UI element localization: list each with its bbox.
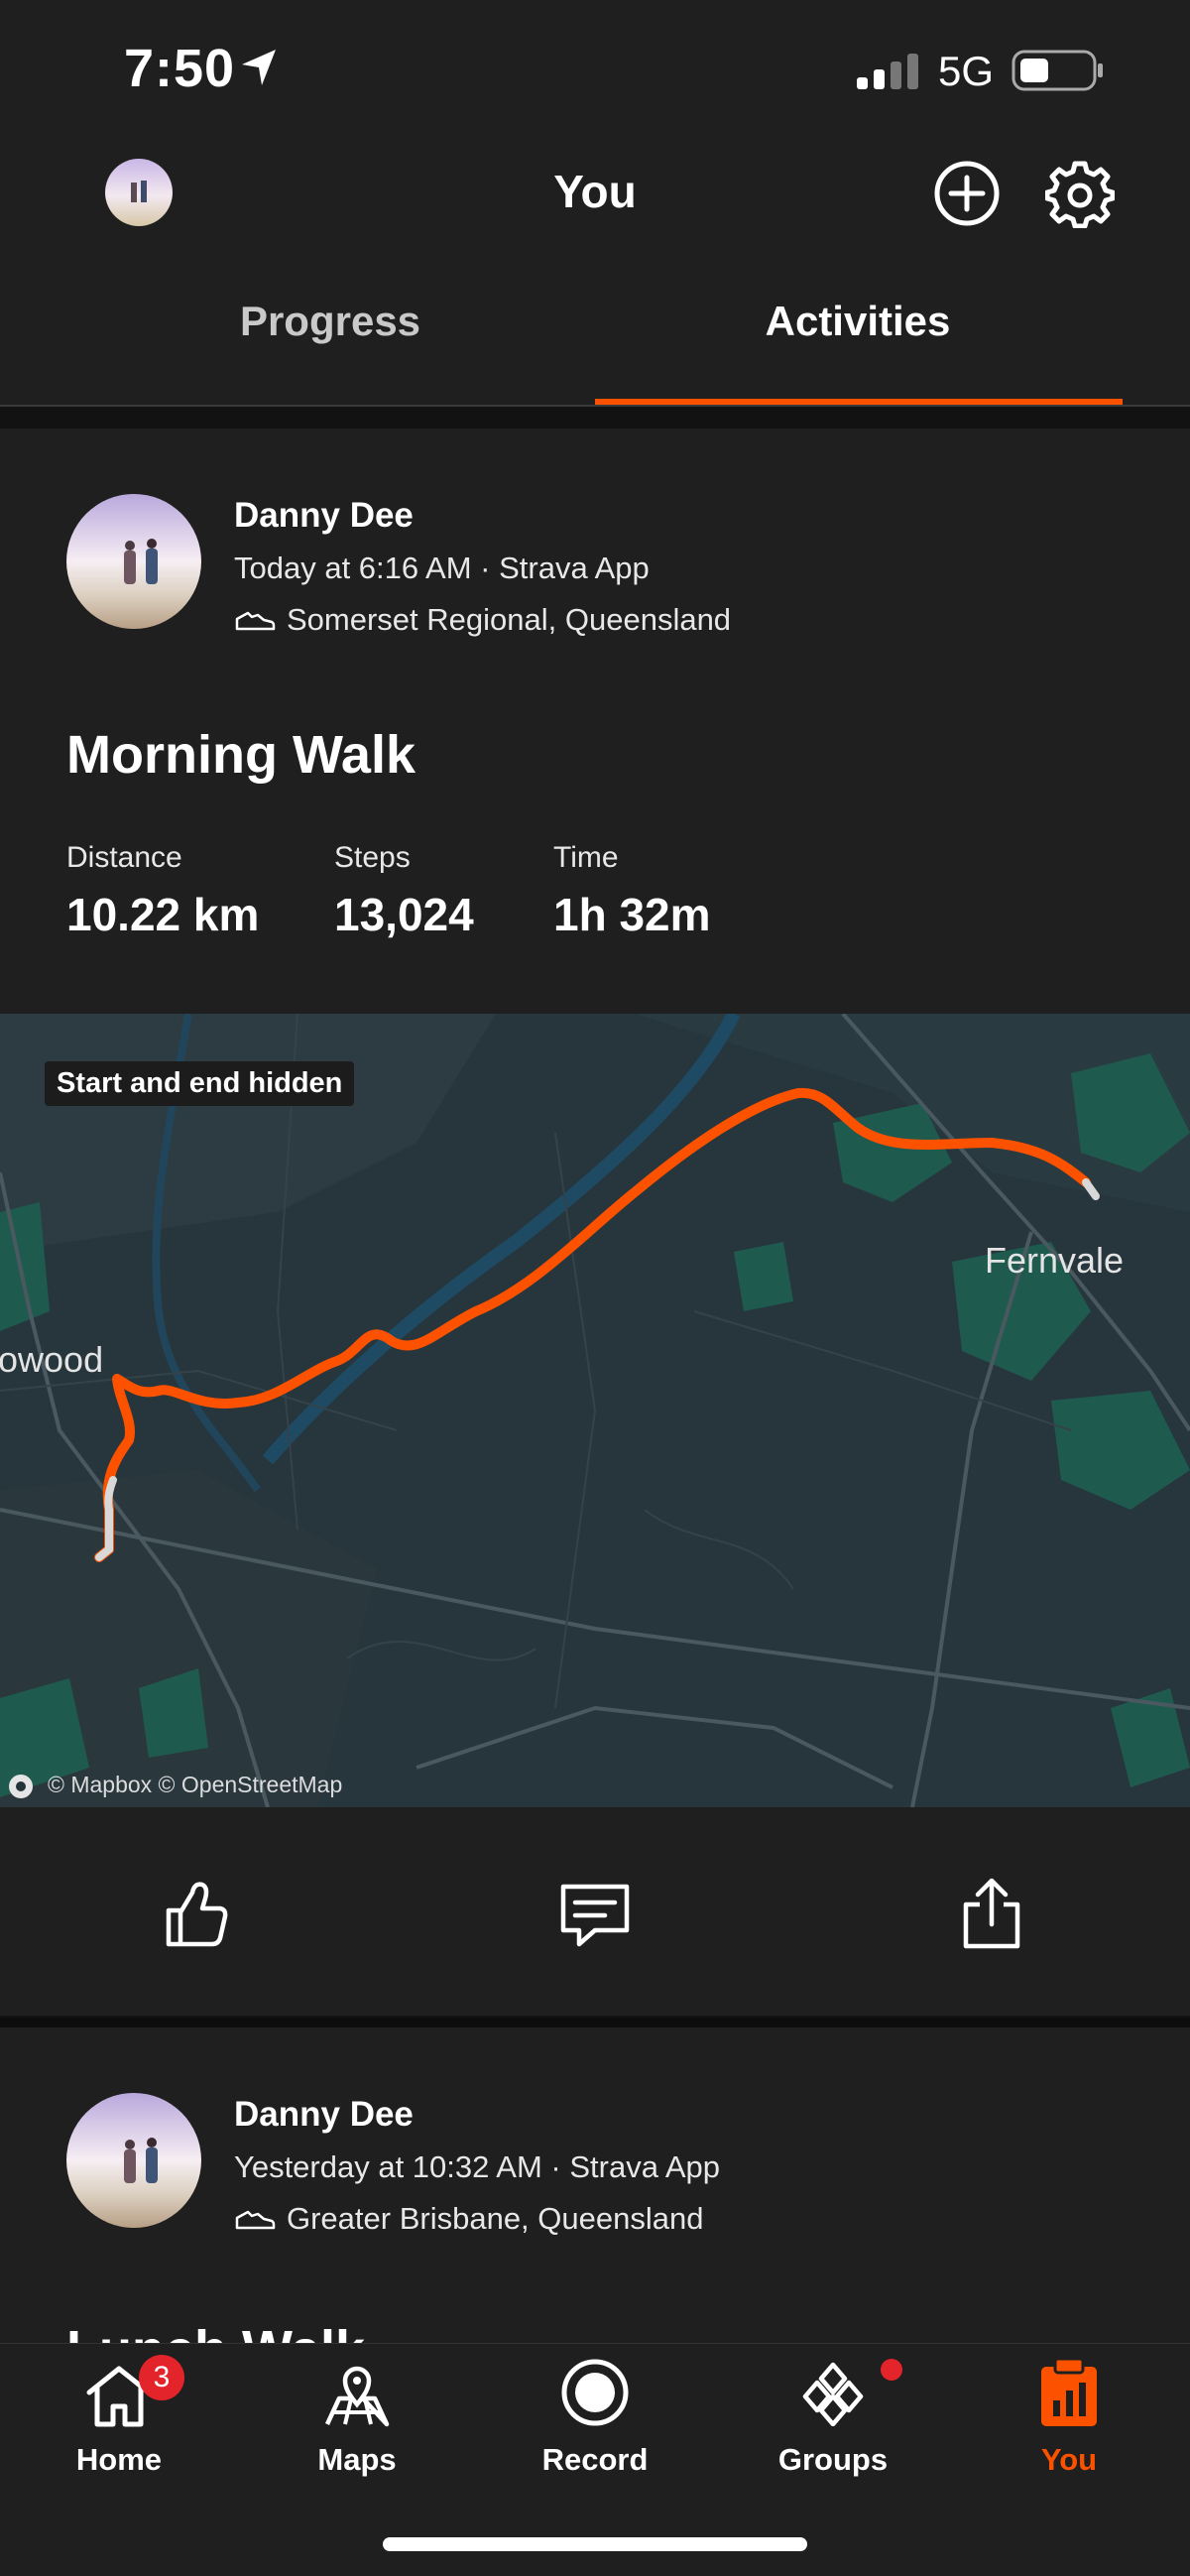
map-place-label: Fernvale [985, 1240, 1125, 1281]
map-place-label: owood [0, 1339, 104, 1380]
nav-home-label: Home [75, 2442, 163, 2477]
map-privacy-badge: Start and end hidden [45, 1061, 355, 1106]
nav-record-label: Record [541, 2442, 649, 2477]
activity-meta: Today at 6:16 AM · Strava App [234, 551, 650, 585]
activity-meta: Yesterday at 10:32 AM · Strava App [234, 2149, 720, 2184]
stat-label-steps: Steps [334, 841, 411, 874]
notification-badge: 3 [139, 2355, 184, 2400]
active-tab-indicator [595, 399, 1123, 405]
network-label: 5G [938, 48, 995, 94]
share-icon[interactable] [952, 1875, 1031, 1954]
location-arrow-icon [240, 48, 280, 92]
you-icon [1037, 2357, 1101, 2433]
page-title: You [553, 166, 637, 217]
record-icon [559, 2357, 631, 2433]
activity-location: Somerset Regional, Queensland [287, 602, 732, 637]
nav-you-label: You [1040, 2442, 1098, 2477]
athlete-name[interactable]: Danny Dee [234, 2095, 414, 2135]
stat-label-distance: Distance [66, 841, 182, 874]
activity-location: Greater Brisbane, Queensland [287, 2201, 704, 2236]
stat-label-time: Time [553, 841, 619, 874]
map-attribution: © Mapbox © OpenStreetMap [48, 1772, 343, 1797]
tab-activities[interactable]: Activities [595, 298, 1121, 345]
activity-title[interactable]: Morning Walk [66, 724, 416, 786]
groups-unread-dot [881, 2359, 902, 2381]
athlete-avatar[interactable] [66, 2093, 201, 2228]
stat-value-distance: 10.22 km [66, 889, 260, 940]
card-divider [0, 2018, 1190, 2027]
athlete-avatar[interactable] [66, 494, 201, 629]
mapbox-logo-icon [8, 1774, 34, 1804]
comment-icon[interactable] [555, 1875, 635, 1954]
athlete-name[interactable]: Danny Dee [234, 496, 414, 536]
kudos-thumbs-up-icon[interactable] [157, 1875, 236, 1954]
tab-progress[interactable]: Progress [67, 298, 593, 345]
stat-value-time: 1h 32m [553, 889, 711, 940]
home-indicator[interactable] [383, 2537, 807, 2551]
groups-icon [795, 2361, 871, 2431]
add-activity-button[interactable] [932, 159, 1002, 233]
shoe-icon [234, 607, 276, 640]
shoe-icon [234, 2206, 276, 2239]
signal-icon [855, 52, 926, 96]
battery-icon [1012, 50, 1105, 96]
settings-gear-icon[interactable] [1044, 159, 1116, 233]
map-icon [321, 2361, 393, 2435]
route-map[interactable] [0, 1014, 1190, 1807]
stat-value-steps: 13,024 [334, 889, 474, 940]
nav-groups-label: Groups [777, 2442, 889, 2477]
activity-title[interactable]: Lunch Walk [66, 2319, 365, 2343]
status-time: 7:50 [124, 39, 236, 98]
nav-maps-label: Maps [317, 2442, 397, 2477]
